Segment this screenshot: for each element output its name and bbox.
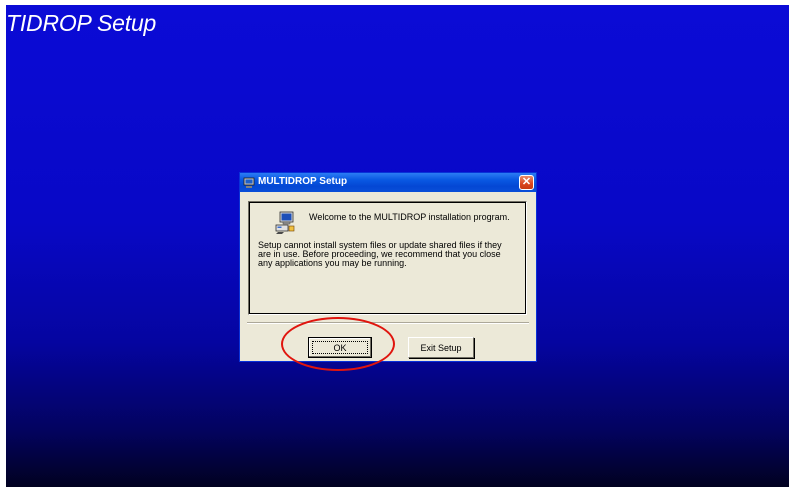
- focus-rectangle: [312, 341, 368, 354]
- setup-dialog: MULTIDROP Setup ✕ Welcome to the MULTIDR…: [239, 172, 537, 362]
- exit-setup-label: Exit Setup: [420, 342, 462, 353]
- button-separator: [247, 322, 529, 324]
- computer-setup-icon: [274, 211, 296, 235]
- ok-button[interactable]: OK: [308, 337, 372, 358]
- dialog-titlebar[interactable]: MULTIDROP Setup ✕: [240, 173, 536, 192]
- close-button[interactable]: ✕: [519, 175, 534, 190]
- body-line: any applications you may be running.: [258, 258, 407, 268]
- dialog-title: MULTIDROP Setup: [258, 176, 348, 187]
- background-title: TIDROP Setup: [6, 10, 157, 36]
- welcome-message: Welcome to the MULTIDROP installation pr…: [309, 212, 510, 222]
- close-icon: ✕: [521, 176, 532, 188]
- message-panel: Welcome to the MULTIDROP installation pr…: [248, 201, 527, 315]
- setup-background: TIDROP Setup MULTIDROP Setup ✕ Welcome t…: [6, 5, 789, 487]
- exit-setup-button[interactable]: Exit Setup: [408, 337, 474, 358]
- message-panel-inner: Welcome to the MULTIDROP installation pr…: [249, 202, 526, 314]
- setup-app-icon: [243, 176, 255, 188]
- body-message: Setup cannot install system files or upd…: [258, 241, 520, 268]
